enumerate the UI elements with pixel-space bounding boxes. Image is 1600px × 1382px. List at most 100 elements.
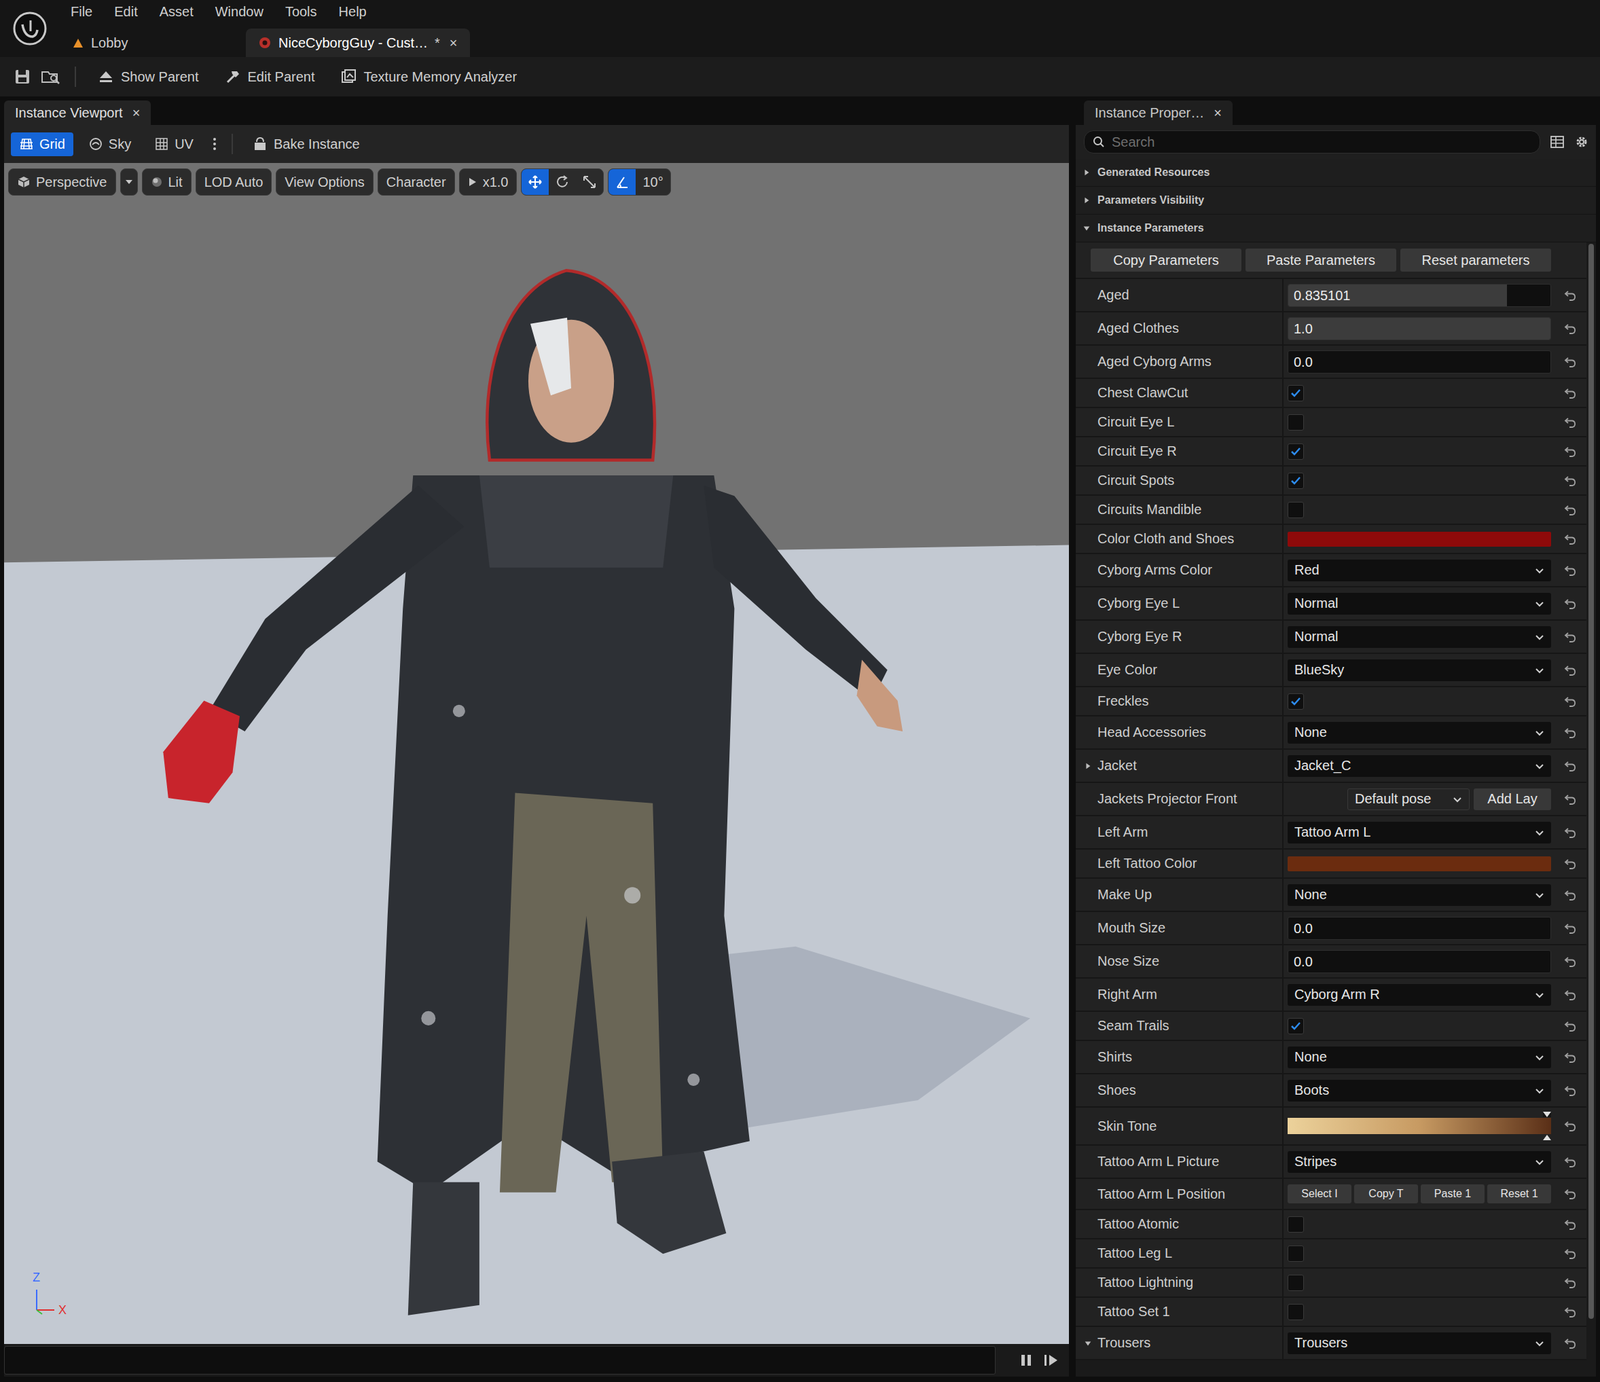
- playback-speed[interactable]: x1.0: [459, 168, 518, 196]
- pose-combo[interactable]: Default pose: [1347, 788, 1470, 811]
- reset-button[interactable]: [1555, 415, 1587, 430]
- toolbar-button[interactable]: Show Parent: [89, 69, 208, 85]
- number-field[interactable]: 0.0: [1287, 350, 1552, 374]
- reset-button[interactable]: [1555, 503, 1587, 517]
- gear-icon[interactable]: [1574, 134, 1590, 150]
- gradient-marker-icon[interactable]: [1542, 1134, 1552, 1141]
- document-tab[interactable]: NiceCyborgGuy - Cust…*×: [245, 28, 470, 58]
- action-button[interactable]: Copy Parameters: [1090, 248, 1242, 272]
- menu-item[interactable]: File: [59, 4, 104, 20]
- save-icon[interactable]: [13, 67, 32, 86]
- reset-button[interactable]: [1555, 630, 1587, 644]
- mini-button[interactable]: Reset 1: [1487, 1184, 1552, 1204]
- bake-instance-button[interactable]: Bake Instance: [243, 131, 369, 157]
- view-mode-button[interactable]: Perspective: [8, 168, 117, 196]
- reset-button[interactable]: [1555, 825, 1587, 840]
- viewport-tool[interactable]: Grid: [10, 132, 74, 157]
- menu-item[interactable]: Edit: [103, 4, 149, 20]
- unreal-logo-icon[interactable]: [0, 0, 60, 58]
- reset-button[interactable]: [1555, 596, 1587, 611]
- reset-button[interactable]: [1555, 1246, 1587, 1261]
- reset-button[interactable]: [1555, 355, 1587, 369]
- viewport-option[interactable]: LOD Auto: [195, 168, 273, 196]
- reset-button[interactable]: [1555, 988, 1587, 1002]
- reset-button[interactable]: [1555, 792, 1587, 807]
- viewport-option[interactable]: Lit: [141, 168, 192, 196]
- panel-tab[interactable]: Instance Proper…×: [1083, 100, 1233, 125]
- gradient-marker-icon[interactable]: [1542, 1111, 1552, 1118]
- combo-box[interactable]: Jacket_C: [1287, 755, 1552, 777]
- mini-button[interactable]: Paste 1: [1420, 1184, 1485, 1204]
- reset-button[interactable]: [1555, 1119, 1587, 1133]
- checkbox[interactable]: [1287, 1274, 1304, 1292]
- action-button[interactable]: Reset parameters: [1400, 248, 1552, 272]
- reset-button[interactable]: [1555, 1187, 1587, 1201]
- reset-button[interactable]: [1555, 725, 1587, 740]
- checkbox[interactable]: [1287, 414, 1304, 431]
- checkbox[interactable]: [1287, 501, 1304, 519]
- combo-box[interactable]: Cyborg Arm R: [1287, 984, 1552, 1006]
- viewport-option[interactable]: View Options: [275, 168, 373, 196]
- combo-box[interactable]: Normal: [1287, 626, 1552, 648]
- color-swatch[interactable]: [1287, 856, 1552, 872]
- step-icon[interactable]: [1043, 1352, 1060, 1368]
- gradient-editor[interactable]: [1287, 1108, 1552, 1143]
- section-header[interactable]: Parameters Visibility: [1075, 186, 1596, 215]
- combo-box[interactable]: Boots: [1287, 1079, 1552, 1102]
- mini-button[interactable]: Copy T: [1354, 1184, 1418, 1204]
- snap-toggle[interactable]: [608, 169, 636, 195]
- toolbar-button[interactable]: Edit Parent: [216, 68, 324, 85]
- number-field[interactable]: 0.835101: [1287, 283, 1552, 307]
- menu-item[interactable]: Help: [328, 4, 378, 20]
- reset-button[interactable]: [1555, 1155, 1587, 1169]
- more-icon[interactable]: [211, 135, 218, 153]
- reset-button[interactable]: [1555, 1276, 1587, 1290]
- checkbox[interactable]: [1287, 1245, 1304, 1262]
- transform-tool[interactable]: [548, 169, 576, 195]
- reset-button[interactable]: [1555, 1217, 1587, 1232]
- reset-button[interactable]: [1555, 288, 1587, 303]
- transform-tool[interactable]: [521, 169, 549, 195]
- checkbox[interactable]: [1287, 443, 1304, 460]
- number-field[interactable]: 0.0: [1287, 916, 1552, 940]
- checkbox[interactable]: [1287, 1303, 1304, 1321]
- combo-box[interactable]: Tattoo Arm L: [1287, 821, 1552, 844]
- viewport-tool[interactable]: Sky: [80, 132, 140, 157]
- checkbox[interactable]: [1287, 1216, 1304, 1233]
- number-field[interactable]: 1.0: [1287, 317, 1552, 341]
- snap-value[interactable]: 10°: [635, 174, 670, 191]
- view-dropdown[interactable]: [120, 168, 138, 196]
- color-swatch[interactable]: [1287, 531, 1552, 547]
- close-button[interactable]: ×: [132, 105, 141, 121]
- reset-button[interactable]: [1555, 759, 1587, 773]
- reset-button[interactable]: [1555, 563, 1587, 578]
- action-button[interactable]: Paste Parameters: [1245, 248, 1397, 272]
- toolbar-button[interactable]: Texture Memory Analyzer: [332, 68, 525, 85]
- expanded-arrow-icon[interactable]: [1083, 1339, 1093, 1348]
- reset-button[interactable]: [1555, 663, 1587, 678]
- reset-button[interactable]: [1555, 532, 1587, 547]
- reset-button[interactable]: [1555, 1336, 1587, 1351]
- console-input[interactable]: [4, 1346, 996, 1375]
- reset-button[interactable]: [1555, 857, 1587, 871]
- reset-button[interactable]: [1555, 444, 1587, 459]
- reset-button[interactable]: [1555, 1305, 1587, 1319]
- menu-item[interactable]: Tools: [274, 4, 329, 20]
- menu-item[interactable]: Window: [204, 4, 275, 20]
- reset-button[interactable]: [1555, 474, 1587, 488]
- menu-item[interactable]: Asset: [148, 4, 205, 20]
- add-layer-button[interactable]: Add Lay: [1473, 788, 1552, 811]
- close-button[interactable]: ×: [449, 35, 458, 51]
- reset-button[interactable]: [1555, 694, 1587, 709]
- reset-button[interactable]: [1555, 1019, 1587, 1033]
- reset-button[interactable]: [1555, 888, 1587, 902]
- checkbox[interactable]: [1287, 472, 1304, 489]
- reset-button[interactable]: [1555, 1050, 1587, 1065]
- transform-tool[interactable]: [575, 169, 604, 195]
- checkbox[interactable]: [1287, 693, 1304, 710]
- combo-box[interactable]: Normal: [1287, 592, 1552, 615]
- table-view-icon[interactable]: [1549, 135, 1565, 149]
- reset-button[interactable]: [1555, 321, 1587, 336]
- viewport[interactable]: PerspectiveLitLOD AutoView OptionsCharac…: [4, 162, 1069, 1344]
- viewport-tool[interactable]: UV: [146, 132, 202, 157]
